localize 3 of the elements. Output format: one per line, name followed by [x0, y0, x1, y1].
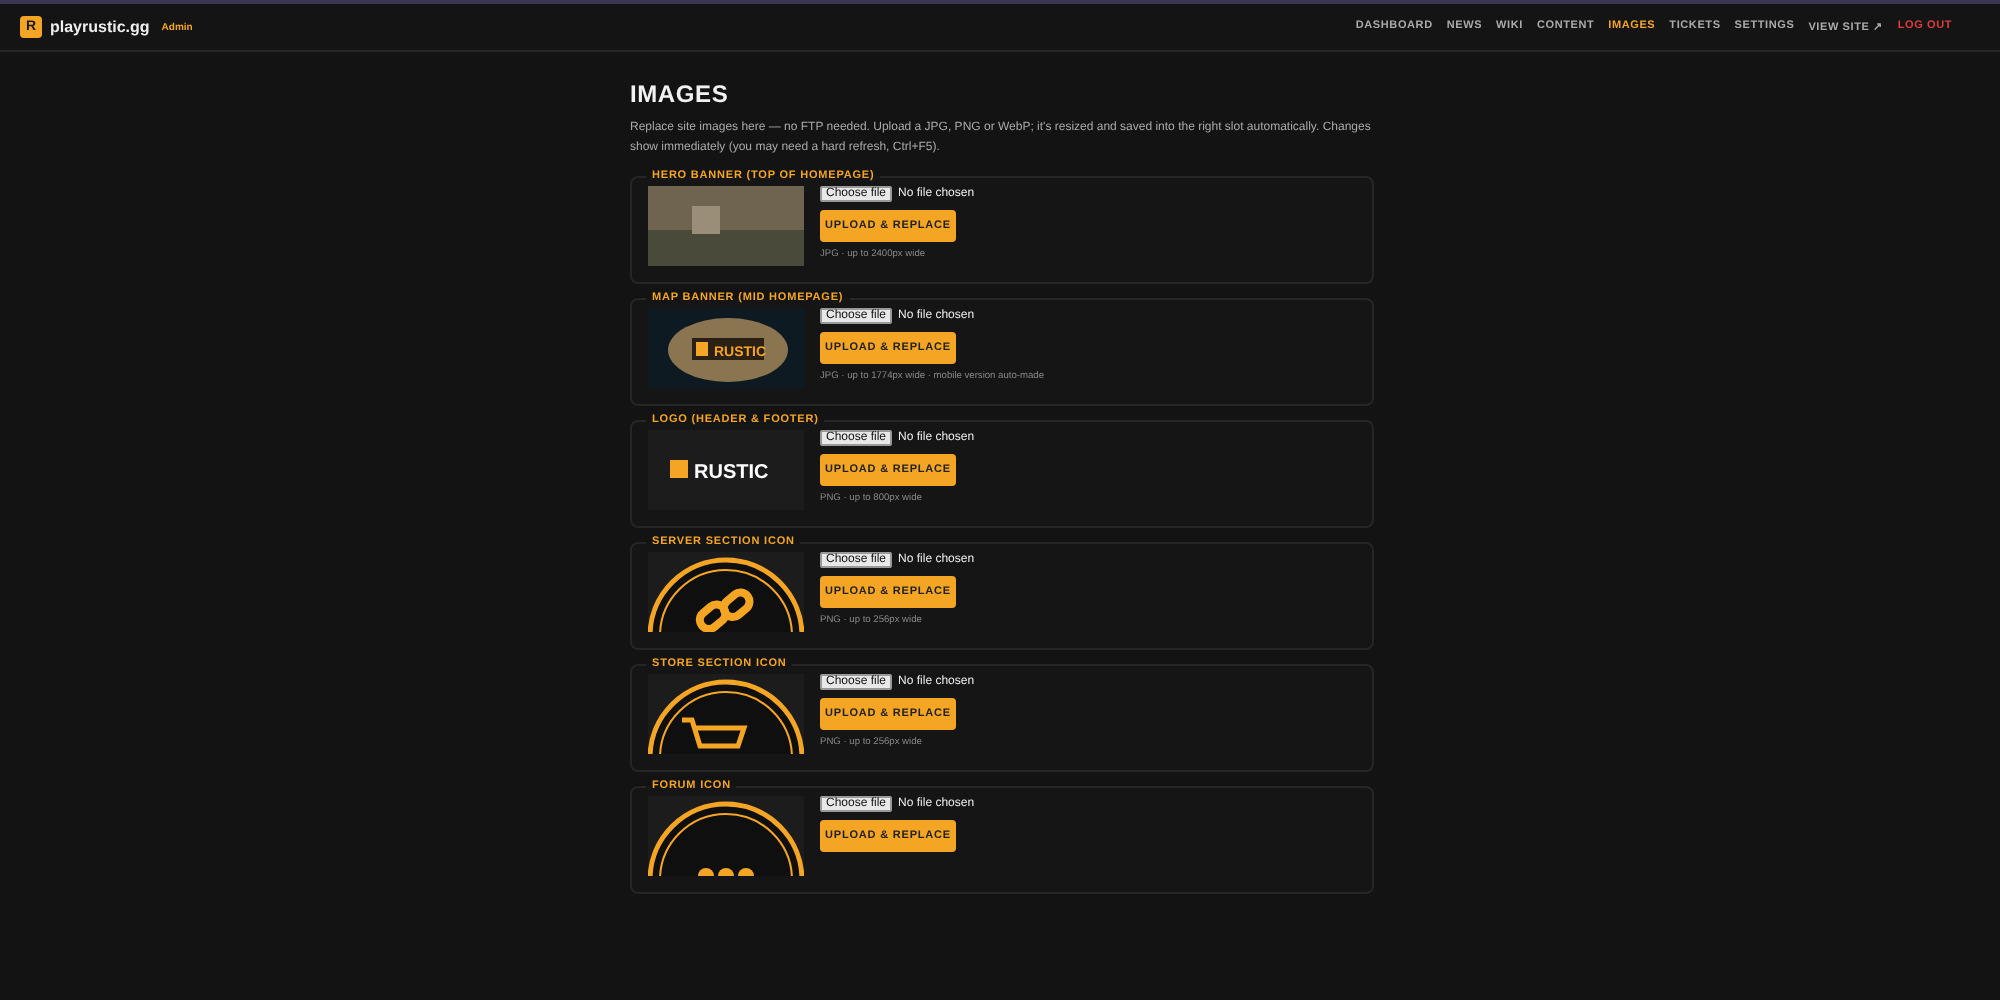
brand-name[interactable]: playrustic.gg [50, 18, 150, 36]
logo-preview: RUSTIC [648, 430, 804, 510]
page-title: IMAGES [630, 80, 731, 108]
